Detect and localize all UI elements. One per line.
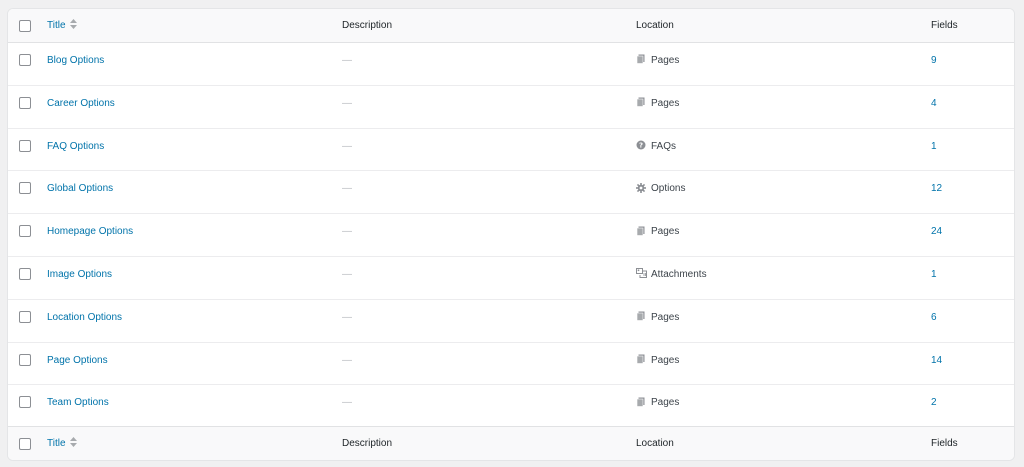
sort-arrows-icon[interactable] xyxy=(69,19,77,30)
field-group-description: — xyxy=(342,183,352,195)
pages-icon xyxy=(636,54,646,65)
row-checkbox[interactable] xyxy=(19,267,31,280)
row-checkbox[interactable] xyxy=(19,353,31,366)
field-group-title-link[interactable]: Homepage Options xyxy=(47,226,133,238)
field-group-location: Pages xyxy=(636,54,680,67)
column-footer-fields: Fields xyxy=(931,438,958,449)
column-footer-title-label[interactable]: Title xyxy=(47,438,66,449)
svg-text:?: ? xyxy=(639,142,643,150)
table-row: FAQ Options —? FAQs 1 xyxy=(8,129,1014,172)
field-group-title-link[interactable]: FAQ Options xyxy=(47,141,104,153)
field-group-fields-count[interactable]: 1 xyxy=(931,269,937,281)
field-group-fields-count[interactable]: 2 xyxy=(931,397,937,409)
column-header-location: Location xyxy=(636,20,674,31)
field-group-description: — xyxy=(342,140,352,152)
field-group-fields-count[interactable]: 24 xyxy=(931,226,942,238)
field-group-fields-count[interactable]: 9 xyxy=(931,55,937,67)
field-group-title-link[interactable]: Career Options xyxy=(47,98,115,110)
row-checkbox[interactable] xyxy=(19,396,31,409)
field-group-description: — xyxy=(342,55,352,66)
column-header-title-label[interactable]: Title xyxy=(47,20,66,31)
field-group-fields-count[interactable]: 4 xyxy=(931,98,937,110)
select-all-checkbox-footer[interactable] xyxy=(19,438,31,450)
row-checkbox[interactable] xyxy=(19,225,31,238)
field-group-location-label: Attachments xyxy=(651,268,707,280)
field-group-title-link[interactable]: Page Options xyxy=(47,355,108,367)
table-row: Location Options — Pages 6 xyxy=(8,300,1014,343)
pages-icon xyxy=(636,311,646,321)
pages-icon xyxy=(636,97,646,107)
sort-arrows-icon[interactable] xyxy=(69,437,77,448)
table-row: Team Options — Pages 2 xyxy=(8,385,1014,428)
pages-icon xyxy=(636,226,646,236)
table-row: Global Options — Options 12 xyxy=(8,171,1014,215)
field-group-description: — xyxy=(342,397,352,409)
pages-icon xyxy=(636,354,646,364)
table-header-row: Title Description Location Fields xyxy=(8,9,1014,43)
field-group-location-label: FAQs xyxy=(651,140,677,152)
pages-icon xyxy=(636,397,646,407)
field-group-location: Pages xyxy=(636,226,679,238)
field-group-fields-count[interactable]: 6 xyxy=(931,312,937,324)
field-group-title-link[interactable]: Image Options xyxy=(47,269,112,281)
field-group-description: — xyxy=(342,268,352,280)
column-footer-description: Description xyxy=(342,438,393,449)
table-row: Homepage Options — Pages 24 xyxy=(8,214,1014,257)
table-row: Career Options — Pages 4 xyxy=(8,86,1014,129)
field-groups-table: Title Description Location Fields Blog O… xyxy=(7,8,1015,461)
field-group-location: Attachments xyxy=(636,268,707,281)
field-group-fields-count[interactable]: 14 xyxy=(931,355,942,367)
field-group-fields-count[interactable]: 12 xyxy=(931,183,942,195)
field-group-location-label: Pages xyxy=(651,397,680,409)
field-group-location: Pages xyxy=(636,311,680,324)
field-group-title-link[interactable]: Team Options xyxy=(47,397,109,409)
column-header-description: Description xyxy=(342,20,393,31)
column-footer-title[interactable]: Title xyxy=(47,437,77,450)
field-group-description: — xyxy=(342,97,352,109)
field-group-title-link[interactable]: Location Options xyxy=(47,312,122,324)
field-group-location: ? FAQs xyxy=(636,140,677,153)
column-header-title[interactable]: Title xyxy=(47,19,77,32)
media-icon xyxy=(636,268,647,279)
field-group-fields-count[interactable]: 1 xyxy=(931,141,937,153)
field-group-description: — xyxy=(342,226,352,238)
row-checkbox[interactable] xyxy=(19,310,31,323)
column-footer-location: Location xyxy=(636,438,674,449)
table-footer-row: Title Description Location Fields xyxy=(8,426,1014,460)
row-checkbox[interactable] xyxy=(19,96,31,109)
table-row: Blog Options — Pages 9 xyxy=(8,43,1014,86)
row-checkbox[interactable] xyxy=(19,139,31,152)
field-group-title-link[interactable]: Global Options xyxy=(47,183,113,195)
field-group-title-link[interactable]: Blog Options xyxy=(47,55,104,67)
field-group-location-label: Pages xyxy=(651,311,680,323)
table-row: Page Options — Pages 14 xyxy=(8,343,1014,386)
table-row: Image Options — Attachments 1 xyxy=(8,257,1014,300)
field-group-description: — xyxy=(342,354,352,366)
field-group-location: Pages xyxy=(636,397,679,409)
select-all-checkbox[interactable] xyxy=(19,20,31,32)
row-checkbox[interactable] xyxy=(19,54,31,66)
field-group-location: Pages xyxy=(636,354,680,367)
field-group-location-label: Pages xyxy=(651,55,680,66)
row-checkbox[interactable] xyxy=(19,182,31,195)
gear-icon xyxy=(636,182,646,193)
help-icon: ? xyxy=(636,140,646,150)
column-header-fields: Fields xyxy=(931,20,958,31)
field-group-location-label: Pages xyxy=(651,354,680,366)
field-group-location: Options xyxy=(636,182,686,195)
field-group-description: — xyxy=(342,311,352,323)
field-group-location: Pages xyxy=(636,97,680,110)
table-body: Blog Options — Pages 9 Career Options — Pages 4… xyxy=(8,43,1014,428)
field-group-location-label: Pages xyxy=(651,226,680,238)
field-group-location-label: Pages xyxy=(651,97,680,109)
field-group-location-label: Options xyxy=(651,183,686,195)
